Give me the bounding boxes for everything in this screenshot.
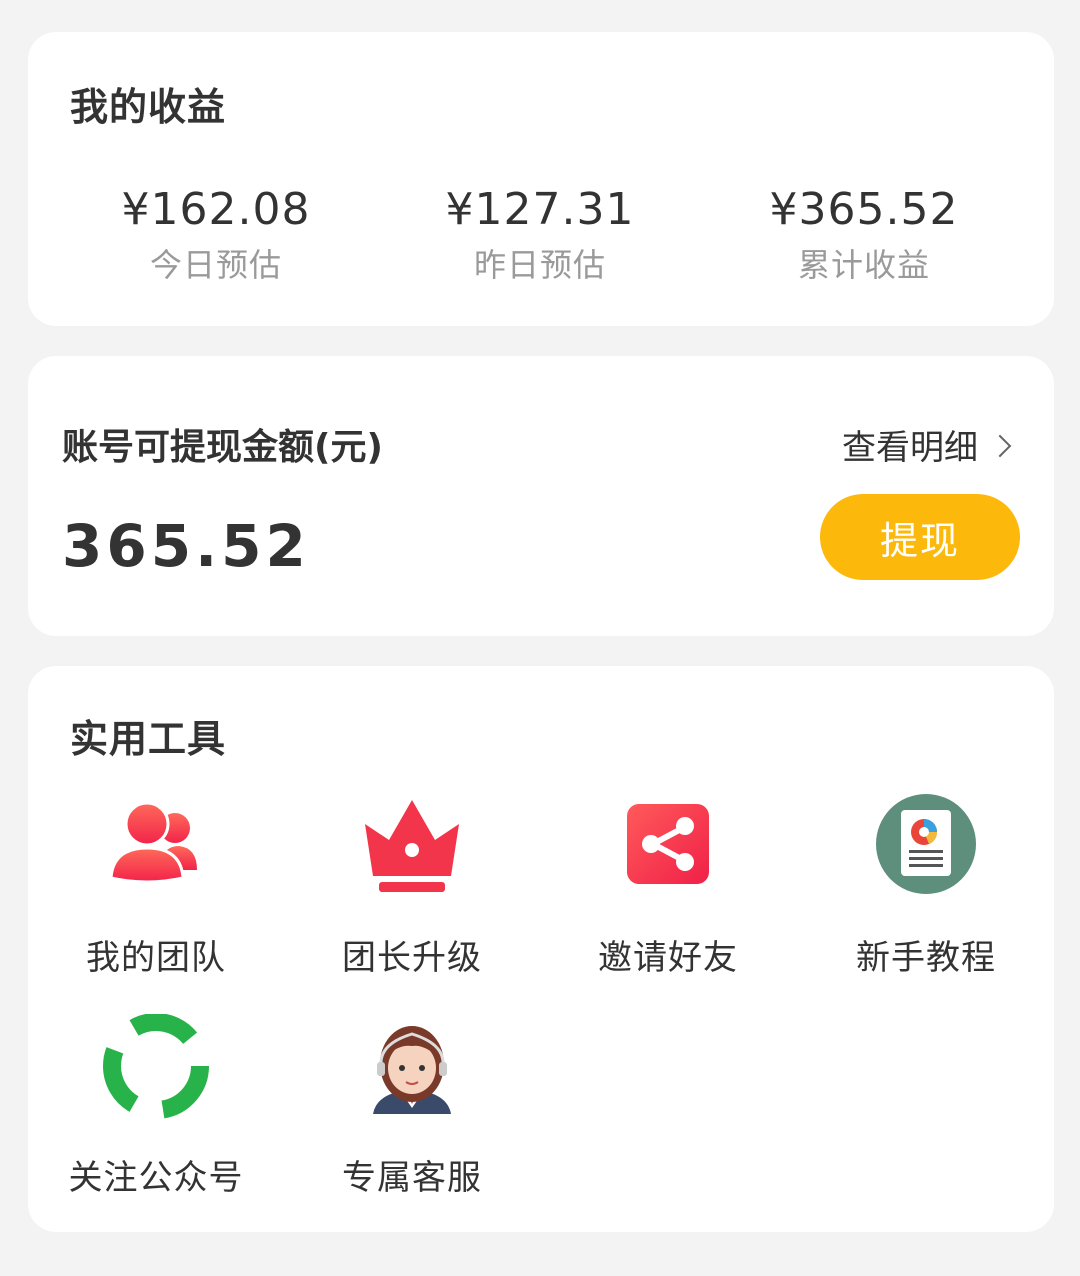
crown-icon bbox=[357, 794, 467, 904]
earnings-card: 我的收益 ¥162.08 今日预估 ¥127.31 昨日预估 ¥365.52 累… bbox=[28, 32, 1054, 326]
stat-today-value: ¥162.08 bbox=[121, 184, 311, 235]
stat-total[interactable]: ¥365.52 累计收益 bbox=[704, 182, 1024, 286]
tool-my-team[interactable]: 我的团队 bbox=[28, 794, 284, 979]
earnings-title: 我的收益 bbox=[70, 85, 227, 129]
tool-leader-upgrade[interactable]: 团长升级 bbox=[284, 794, 540, 979]
tool-leader-upgrade-label: 团长升级 bbox=[342, 938, 482, 978]
share-icon bbox=[613, 794, 723, 904]
balance-amount: 365.52 bbox=[62, 512, 310, 580]
stat-yesterday-value: ¥127.31 bbox=[445, 184, 635, 235]
stat-yesterday[interactable]: ¥127.31 昨日预估 bbox=[380, 182, 700, 286]
chevron-right-icon bbox=[988, 434, 1012, 457]
tutorial-icon bbox=[871, 794, 981, 904]
tool-official-account[interactable]: 关注公众号 bbox=[28, 1014, 284, 1199]
view-details-label: 查看明细 bbox=[842, 428, 978, 468]
tool-invite-friends-label: 邀请好友 bbox=[598, 938, 738, 978]
view-details-link[interactable]: 查看明细 bbox=[842, 420, 1012, 469]
balance-card: 账号可提现金额(元) 查看明细 365.52 提现 bbox=[28, 356, 1054, 636]
tool-tutorial-label: 新手教程 bbox=[856, 938, 996, 978]
tool-customer-service-label: 专属客服 bbox=[342, 1158, 482, 1198]
tools-title: 实用工具 bbox=[70, 717, 227, 761]
tool-invite-friends[interactable]: 邀请好友 bbox=[540, 794, 796, 979]
balance-title: 账号可提现金额(元) bbox=[62, 427, 383, 468]
tool-my-team-label: 我的团队 bbox=[86, 938, 226, 978]
stat-total-value: ¥365.52 bbox=[769, 184, 959, 235]
withdraw-button[interactable]: 提现 bbox=[820, 494, 1020, 580]
customer-service-icon bbox=[357, 1014, 467, 1124]
tool-official-account-label: 关注公众号 bbox=[68, 1158, 244, 1198]
tool-customer-service[interactable]: 专属客服 bbox=[284, 1014, 540, 1199]
official-account-icon bbox=[101, 1014, 211, 1124]
stat-today-label: 今日预估 bbox=[149, 246, 282, 284]
stat-total-label: 累计收益 bbox=[797, 246, 930, 284]
team-icon bbox=[101, 794, 211, 904]
stat-yesterday-label: 昨日预估 bbox=[473, 246, 606, 284]
tools-card: 实用工具 我的团队 团长升级 邀请好友 新手教程 关注公众号 专属客服 bbox=[28, 666, 1054, 1232]
stat-today[interactable]: ¥162.08 今日预估 bbox=[56, 182, 376, 286]
tool-tutorial[interactable]: 新手教程 bbox=[798, 794, 1054, 979]
